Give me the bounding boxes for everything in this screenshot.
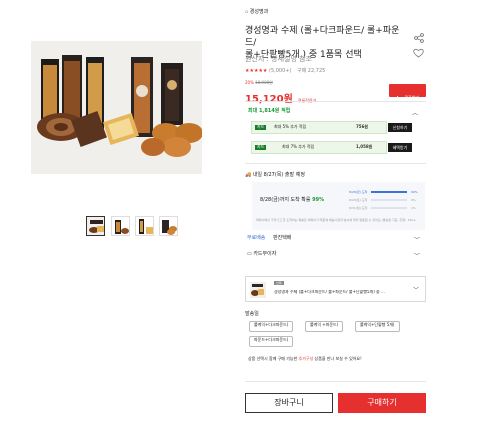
reward-card-2-text: 최대 7% 추가 적립 xyxy=(282,144,315,149)
original-price: 18,900원 xyxy=(255,80,273,85)
card-logo-1: 카드 xyxy=(255,124,267,130)
notice-prefix: 상품 선택시 함께 구매 가능한 xyxy=(248,356,298,361)
notice-link[interactable]: 추가구성 xyxy=(299,356,314,361)
reward-card-2[interactable]: 카드 최대 7% 추가 적립 1,058원 xyxy=(251,141,387,154)
breadcrumb[interactable]: ⌂ 경성명과 xyxy=(245,9,268,15)
delivery-eta: 내일 8/27(목) 출발 예정 xyxy=(252,172,305,178)
divider xyxy=(245,163,426,164)
purchase-count: 구매 22,725 xyxy=(297,68,326,74)
arrival-bar-row: 8/31(월) 도착 1% xyxy=(349,204,421,212)
arrival-bar-row: 8/29(토) 도착 0% xyxy=(349,196,421,204)
option-thumbnail xyxy=(250,282,266,298)
thumb-image xyxy=(87,217,104,235)
divider xyxy=(245,381,426,382)
coupon-button-label: 쿠폰받기 xyxy=(404,95,420,100)
rating-row[interactable]: ★★★★★ (5,000+) 구매 22,725 xyxy=(245,68,325,74)
chevron-down-icon: ﹀ xyxy=(413,287,420,294)
add-to-cart-button[interactable]: 장바구니 xyxy=(245,393,333,413)
home-icon: ⌂ xyxy=(245,9,249,15)
option-select[interactable]: 선택 경성명과 수제 (롤+다크파운드/ 롤+파운드/ 롤+단팥빵5개) 중 .… xyxy=(245,276,426,302)
arrival-bar-track xyxy=(371,199,407,201)
add-on-notice: 상품 선택시 함께 구매 가능한 추가구성 상품을 만나 보실 수 있어요! xyxy=(248,356,362,362)
reward-card-1-points: 756원 xyxy=(356,124,369,129)
divider xyxy=(245,101,426,102)
notice-suffix: 상품을 만나 보실 수 있어요! xyxy=(314,356,362,361)
arrival-bar-row: 8/28(금) 도착 99% xyxy=(349,188,421,196)
arrival-bar-label: 8/31(월) 도착 xyxy=(349,206,368,210)
origin-info: 원산지 : 상세설명 참조 xyxy=(245,55,312,63)
price-original-row: 20% 18,900원 xyxy=(245,80,273,86)
product-main-image[interactable] xyxy=(31,41,202,174)
reward-card-2-points: 1,058원 xyxy=(356,144,373,149)
coupon-icon: ⬇ xyxy=(395,95,400,100)
arrival-prefix: 8/28(금)까지 도착 확률 xyxy=(260,197,311,203)
product-title-line1: 경성명과 수제 (롤+다크파운드/ 롤+파운드/ xyxy=(245,26,400,49)
thumbnail-1[interactable] xyxy=(86,216,105,236)
thumb-image xyxy=(160,217,177,235)
coupon-button[interactable]: ⬇ 쿠폰받기 xyxy=(389,84,426,100)
arrival-probability: 8/28(금)까지 도착 확률 99% xyxy=(260,197,324,203)
reward-max[interactable]: 최대 1,814원 적립 xyxy=(248,108,290,114)
shipping-label: 무료배송 xyxy=(247,235,266,241)
option-chip-4[interactable]: 파운드+다크파운드( xyxy=(249,336,294,347)
chevron-up-icon[interactable]: ︿ xyxy=(412,108,418,117)
current-price: 15,120원 xyxy=(245,94,293,105)
card-promo-label: 카드무이자 xyxy=(253,251,277,257)
thumbnail-2[interactable] xyxy=(111,216,130,236)
delivery-more[interactable]: More xyxy=(408,218,415,222)
options-title: 발송일 xyxy=(245,311,259,317)
option-name: 경성명과 수제 (롤+다크파운드/ 롤+파운드/ 롤+단팥빵5개) 중 ... xyxy=(274,290,385,294)
reward-card-1-button[interactable]: 신청하기 xyxy=(388,123,412,132)
discount-rate: 20% xyxy=(245,80,254,85)
product-photo xyxy=(31,41,202,174)
heart-icon[interactable] xyxy=(413,43,424,62)
arrival-bar-track xyxy=(371,191,407,193)
delivery-probability-box: 8/28(금)까지 도착 확률 99% 8/28(금) 도착 99% 8/29(토)… xyxy=(252,182,425,230)
arrival-bar-label: 8/28(금) 도착 xyxy=(349,190,368,194)
thumbnail-3[interactable] xyxy=(135,216,154,236)
card-promo-row[interactable]: ▭ 카드무이자 xyxy=(247,251,276,257)
chevron-down-icon[interactable]: ﹀ xyxy=(414,235,420,244)
reward-card-1[interactable]: 카드 최대 5% 추가 적립 756원 xyxy=(251,121,387,134)
reward-card-2-button[interactable]: 혜택받기 xyxy=(388,143,412,152)
reward-card-1-text: 최대 5% 추가 적립 xyxy=(274,124,307,129)
shipping-value: 판진택배 xyxy=(273,235,292,241)
option-chip-3[interactable]: 롤케익+단팥빵 5개( xyxy=(355,321,400,332)
breadcrumb-store[interactable]: 경성명과 xyxy=(250,9,268,15)
option-chip-1[interactable]: 롤케익+다크파운드( xyxy=(249,321,294,332)
card-icon: ▭ xyxy=(247,251,252,257)
option-chip-2[interactable]: 롤케익 +파운드( xyxy=(305,321,344,332)
truck-icon: 🚚 xyxy=(245,172,252,178)
arrival-bar-track xyxy=(371,207,407,209)
card-logo-2: 카드 xyxy=(255,144,267,150)
shipping-row[interactable]: 무료배송 판진택배 xyxy=(247,235,291,241)
arrival-bar-pct: 1% xyxy=(411,206,416,210)
price-row: 15,120원 쿠폰적용가 xyxy=(245,87,316,106)
option-badge: 선택 xyxy=(274,281,284,285)
buy-now-button[interactable]: 구매하기 xyxy=(338,393,426,413)
arrival-bar-pct: 99% xyxy=(411,190,418,194)
thumb-image xyxy=(136,217,153,235)
arrival-bar-pct: 0% xyxy=(411,198,416,202)
chevron-down-icon[interactable]: ﹀ xyxy=(414,251,420,260)
arrival-bars: 8/28(금) 도착 99% 8/29(토) 도착 0% 8/31(월) 도착 1% xyxy=(349,188,421,212)
rating-stars: ★★★★★ xyxy=(245,68,268,74)
thumb-image xyxy=(112,217,129,235)
arrival-bar-fill xyxy=(371,191,407,193)
arrival-pct: 99% xyxy=(312,197,325,203)
arrival-bar-label: 8/29(토) 도착 xyxy=(349,198,368,202)
delivery-note: 택배사에서 가져가고 한 도착하는 확률은 예측이기 때문에 배송사정과 날씨에… xyxy=(256,218,406,222)
rating-count[interactable]: (5,000+) xyxy=(269,68,291,74)
delivery-eta-row[interactable]: 🚚 내일 8/27(목) 출발 예정 xyxy=(245,172,305,178)
thumbnail-4[interactable] xyxy=(159,216,178,236)
